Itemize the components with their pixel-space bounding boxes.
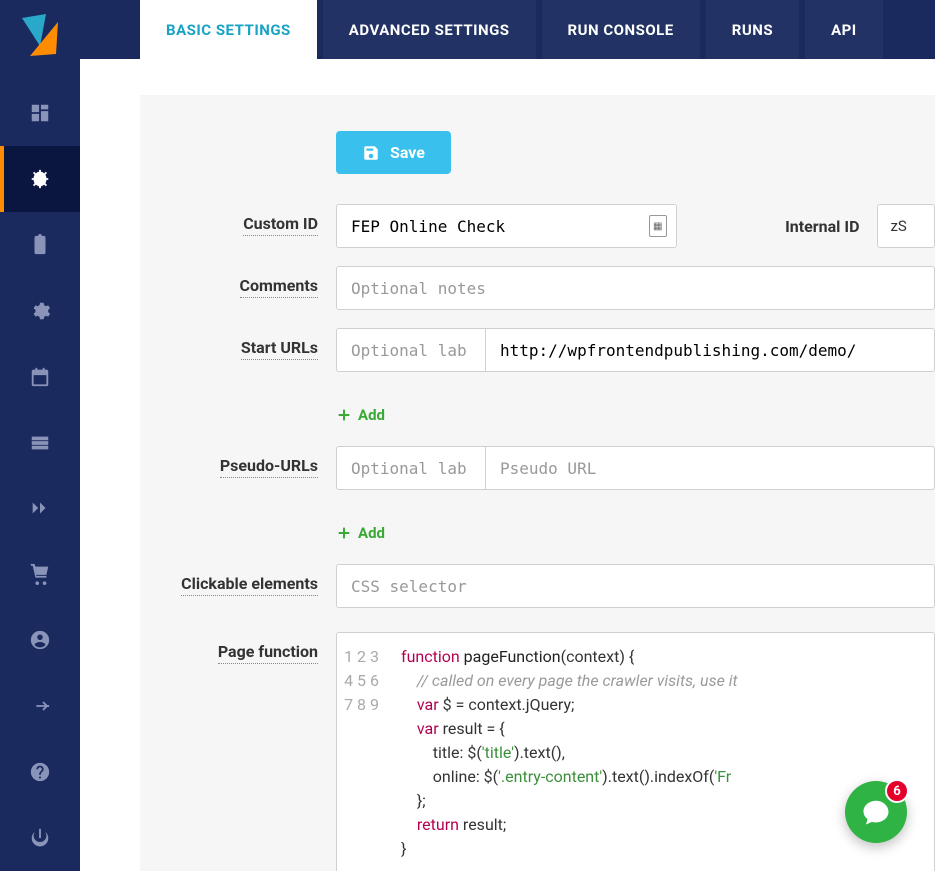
logo [16, 12, 64, 60]
chat-icon [861, 797, 891, 827]
sidebar-item-tasks[interactable] [0, 212, 80, 278]
tab-label: RUN CONSOLE [568, 21, 674, 39]
page-function-editor[interactable]: 1 2 3 4 5 6 7 8 9 function pageFunction(… [336, 632, 935, 871]
sidebar-item-settings[interactable] [0, 278, 80, 344]
gear-icon [29, 300, 51, 322]
start-url-input[interactable] [486, 328, 935, 372]
label-internal-id: Internal ID [677, 217, 878, 236]
sidebar-item-schedules[interactable] [0, 344, 80, 410]
save-icon [362, 144, 380, 162]
label-custom-id: Custom ID [243, 214, 318, 236]
add-label: Add [358, 524, 385, 542]
settings-form: Save Custom ID ▦ Internal ID zS Comments… [140, 131, 935, 871]
calendar-icon [29, 366, 51, 388]
tab-runs[interactable]: RUNS [706, 0, 799, 59]
sidebar-item-storage[interactable] [0, 410, 80, 476]
add-pseudo-url-button[interactable]: Add [336, 524, 385, 542]
start-url-label-input[interactable] [336, 328, 486, 372]
chat-button[interactable]: 6 [845, 781, 907, 843]
editor-gutter: 1 2 3 4 5 6 7 8 9 [337, 633, 393, 871]
add-start-url-button[interactable]: Add [336, 406, 385, 424]
internal-id-value: zS [877, 204, 935, 248]
sidebar [0, 0, 80, 871]
top-tabs: BASIC SETTINGS ADVANCED SETTINGS RUN CON… [80, 0, 935, 59]
clickable-elements-input[interactable] [336, 564, 935, 608]
account-icon [29, 629, 51, 651]
tab-run-console[interactable]: RUN CONSOLE [542, 0, 700, 59]
save-button[interactable]: Save [336, 131, 451, 174]
label-comments: Comments [240, 276, 318, 298]
sidebar-item-account[interactable] [0, 607, 80, 673]
label-clickable-elements: Clickable elements [181, 574, 318, 596]
logout-icon [29, 695, 51, 717]
dashboard-icon [29, 102, 51, 124]
label-page-function: Page function [218, 642, 318, 664]
sidebar-item-store[interactable] [0, 541, 80, 607]
label-start-urls: Start URLs [241, 338, 318, 360]
tab-label: API [831, 21, 857, 39]
sidebar-item-dashboard[interactable] [0, 80, 80, 146]
power-icon [29, 827, 51, 849]
sidebar-item-proxy[interactable] [0, 476, 80, 542]
custom-id-input[interactable] [336, 204, 677, 248]
clipboard-icon [29, 234, 51, 256]
storage-icon [29, 432, 51, 454]
chat-badge: 6 [885, 779, 909, 803]
forward-icon [29, 497, 51, 519]
editor-code[interactable]: function pageFunction(context) { // call… [393, 633, 934, 871]
plus-icon [336, 525, 352, 541]
comments-input[interactable] [336, 266, 935, 310]
cart-icon [29, 563, 51, 585]
sidebar-item-help[interactable] [0, 739, 80, 805]
pseudo-url-input[interactable] [486, 446, 935, 490]
sidebar-item-logout[interactable] [0, 673, 80, 739]
tab-advanced-settings[interactable]: ADVANCED SETTINGS [323, 0, 536, 59]
sidebar-item-power[interactable] [0, 805, 80, 871]
tab-label: ADVANCED SETTINGS [349, 21, 510, 39]
bug-icon [29, 168, 51, 190]
input-badge-icon: ▦ [649, 215, 667, 237]
tab-label: RUNS [732, 21, 773, 39]
plus-icon [336, 407, 352, 423]
sidebar-item-crawlers[interactable] [0, 146, 80, 212]
tab-api[interactable]: API [805, 0, 883, 59]
tab-basic-settings[interactable]: BASIC SETTINGS [140, 0, 317, 59]
save-button-label: Save [390, 143, 425, 162]
label-pseudo-urls: Pseudo-URLs [220, 456, 318, 478]
help-icon [29, 761, 51, 783]
tab-label: BASIC SETTINGS [166, 21, 291, 39]
add-label: Add [358, 406, 385, 424]
pseudo-url-label-input[interactable] [336, 446, 486, 490]
